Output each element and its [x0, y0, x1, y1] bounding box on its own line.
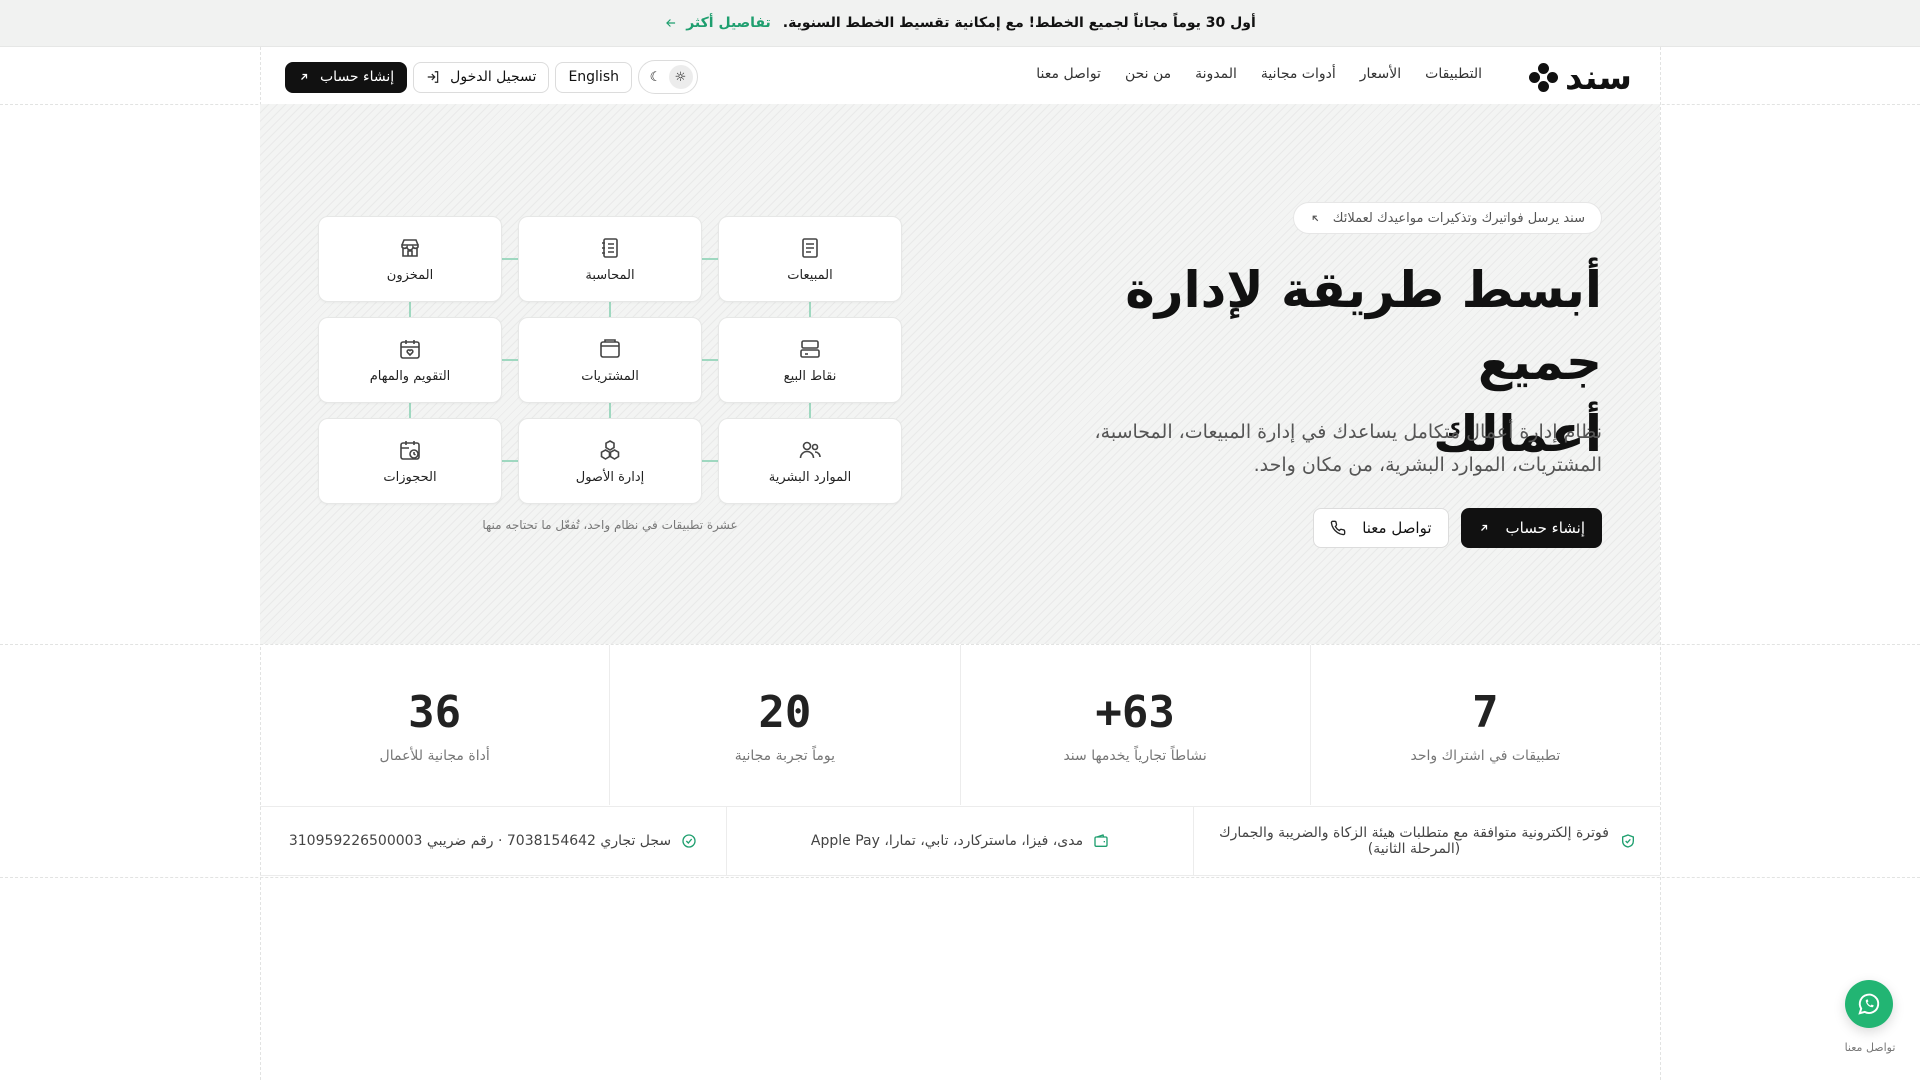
ledger-icon: [602, 237, 618, 258]
stat-label: أداة مجانية للأعمال: [379, 747, 490, 764]
signup-button[interactable]: إنشاء حساب: [285, 61, 408, 93]
stat-label: يوماً تجربة مجانية: [734, 747, 836, 764]
logo-wordmark: سند: [1565, 58, 1633, 98]
login-button-label: تسجيل الدخول: [450, 69, 537, 85]
login-icon: [427, 71, 439, 83]
check-circle-icon: [682, 834, 696, 848]
hero-signup-label: إنشاء حساب: [1505, 519, 1585, 537]
trust-registration: سجل تجاري 7038154642 · رقم ضريبي 3109592…: [260, 807, 726, 875]
app-card-hr[interactable]: الموارد البشرية: [718, 418, 902, 504]
apps-grid-wrapper: المبيعات المحاسبة المخزون نقاط البيع الم…: [318, 216, 902, 506]
app-card-assets[interactable]: إدارة الأصول: [518, 418, 702, 504]
stat-apps: 7 تطبيقات في اشتراك واحد: [1309, 645, 1660, 805]
app-card-label: نقاط البيع: [783, 368, 837, 384]
stat-value: 7: [1472, 686, 1499, 738]
arrow-left-icon: [666, 19, 676, 27]
nav-actions: إنشاء حساب تسجيل الدخول English ☾ ☼: [285, 60, 698, 94]
stat-value: +63: [1095, 686, 1175, 738]
nav-links: التطبيقات الأسعار أدوات مجانية المدونة م…: [1036, 66, 1482, 82]
trust-text: مدى، فيزا، ماستركارد، تابي، تمارا، Apple…: [810, 833, 1084, 849]
whatsapp-button[interactable]: [1845, 980, 1893, 1028]
hero-badge-text: سند يرسل فواتيرك وتذكيرات مواعيدك لعملائ…: [1332, 210, 1585, 226]
phone-icon: [1330, 520, 1346, 536]
shield-check-icon: [1622, 834, 1634, 848]
announcement-link-label: تفاصيل أكثر: [686, 15, 771, 31]
moon-icon[interactable]: ☾: [644, 65, 668, 89]
nav-link-apps[interactable]: التطبيقات: [1425, 66, 1482, 82]
wallet-icon: [600, 338, 620, 358]
app-card-label: إدارة الأصول: [575, 469, 645, 485]
signup-button-label: إنشاء حساب: [320, 69, 395, 85]
stat-trial-days: 20 يوماً تجربة مجانية: [609, 645, 959, 805]
apps-grid: المبيعات المحاسبة المخزون نقاط البيع الم…: [318, 216, 902, 506]
stat-label: نشاطاً تجارياً يخدمها سند: [1063, 747, 1207, 764]
stats-row: 7 تطبيقات في اشتراك واحد +63 نشاطاً تجار…: [260, 645, 1660, 805]
store-icon: [401, 238, 419, 257]
app-card-label: المحاسبة: [585, 267, 635, 283]
app-card-inventory[interactable]: المخزون: [318, 216, 502, 302]
nav-link-blog[interactable]: المدونة: [1195, 66, 1237, 82]
trust-strip: فوترة إلكترونية متوافقة مع متطلبات هيئة …: [260, 806, 1660, 876]
app-card-label: الحجوزات: [383, 469, 437, 485]
hero-section: سند يرسل فواتيرك وتذكيرات مواعيدك لعملائ…: [260, 104, 1660, 644]
receipt-icon: [802, 237, 818, 258]
nav-link-free-tools[interactable]: أدوات مجانية: [1261, 66, 1336, 82]
app-card-calendar[interactable]: التقويم والمهام: [318, 317, 502, 403]
boxes-icon: [600, 439, 620, 460]
nav-link-about[interactable]: من نحن: [1125, 66, 1171, 82]
trust-einvoice: فوترة إلكترونية متوافقة مع متطلبات هيئة …: [1193, 807, 1660, 875]
app-card-label: المبيعات: [787, 267, 833, 283]
announcement-text: أول 30 يوماً مجاناً لجميع الخطط! مع إمكا…: [782, 15, 1256, 31]
stat-businesses: +63 نشاطاً تجارياً يخدمها سند: [959, 645, 1310, 805]
hero-badge[interactable]: سند يرسل فواتيرك وتذكيرات مواعيدك لعملائ…: [1292, 202, 1602, 234]
calendar-clock-icon: [400, 440, 420, 460]
theme-toggle[interactable]: ☾ ☼: [638, 60, 698, 94]
hero-subtitle: نظام إدارة أعمال متكامل يساعدك في إدارة …: [1094, 421, 1602, 476]
trust-payments: مدى، فيزا، ماستركارد، تابي، تمارا، Apple…: [726, 807, 1193, 875]
calendar-heart-icon: [400, 339, 420, 359]
app-card-accounting[interactable]: المحاسبة: [518, 216, 702, 302]
app-card-bookings[interactable]: الحجوزات: [318, 418, 502, 504]
announcement-bar: أول 30 يوماً مجاناً لجميع الخطط! مع إمكا…: [0, 0, 1920, 47]
apps-caption: عشرة تطبيقات في نظام واحد، تُفعّل ما تحت…: [482, 518, 738, 532]
whatsapp-label: تواصل معنا: [1844, 1041, 1896, 1054]
hero-ctas: إنشاء حساب تواصل معنا: [1313, 508, 1602, 548]
app-card-label: الموارد البشرية: [768, 469, 852, 485]
trust-text: فوترة إلكترونية متوافقة مع متطلبات هيئة …: [1219, 825, 1609, 857]
login-button[interactable]: تسجيل الدخول: [413, 61, 550, 93]
announcement-link[interactable]: تفاصيل أكثر: [664, 15, 771, 31]
frame-line-trust-bottom: [0, 877, 1920, 878]
trust-text: سجل تجاري 7038154642 · رقم ضريبي 3109592…: [288, 833, 672, 849]
app-card-pos[interactable]: نقاط البيع: [718, 317, 902, 403]
app-card-label: التقويم والمهام: [369, 368, 451, 384]
language-button-label: English: [568, 69, 619, 85]
app-card-purchases[interactable]: المشتريات: [518, 317, 702, 403]
app-card-label: المخزون: [386, 267, 434, 283]
nav-link-pricing[interactable]: الأسعار: [1360, 66, 1401, 82]
navbar: سند التطبيقات الأسعار أدوات مجانية المدو…: [260, 48, 1660, 104]
hero-title-line-1: أبسط طريقة لإدارة جميع: [1125, 261, 1602, 391]
logo-mark-icon: [1529, 63, 1559, 93]
frame-line-right: [1660, 47, 1661, 1080]
hero-signup-button[interactable]: إنشاء حساب: [1460, 508, 1602, 548]
stat-label: تطبيقات في اشتراك واحد: [1410, 747, 1561, 764]
hero-contact-label: تواصل معنا: [1362, 519, 1432, 537]
whatsapp-icon: [1858, 993, 1880, 1015]
users-icon: [799, 441, 821, 458]
logo[interactable]: سند: [1529, 58, 1633, 98]
app-card-label: المشتريات: [581, 368, 639, 384]
pos-icon: [800, 339, 820, 358]
stat-value: 20: [758, 686, 812, 738]
stat-value: 36: [408, 686, 462, 738]
stat-free-tools: 36 أداة مجانية للأعمال: [260, 645, 609, 805]
sun-icon[interactable]: ☼: [668, 65, 693, 89]
app-card-sales[interactable]: المبيعات: [718, 216, 902, 302]
hero-contact-button[interactable]: تواصل معنا: [1313, 508, 1449, 548]
nav-link-contact[interactable]: تواصل معنا: [1036, 66, 1101, 82]
arrow-up-right-icon: [1480, 524, 1487, 531]
language-button[interactable]: English: [555, 61, 632, 93]
arrow-up-left-icon: [1312, 215, 1318, 221]
arrow-up-right-icon: [301, 73, 308, 80]
wallet-icon: [1094, 834, 1108, 847]
